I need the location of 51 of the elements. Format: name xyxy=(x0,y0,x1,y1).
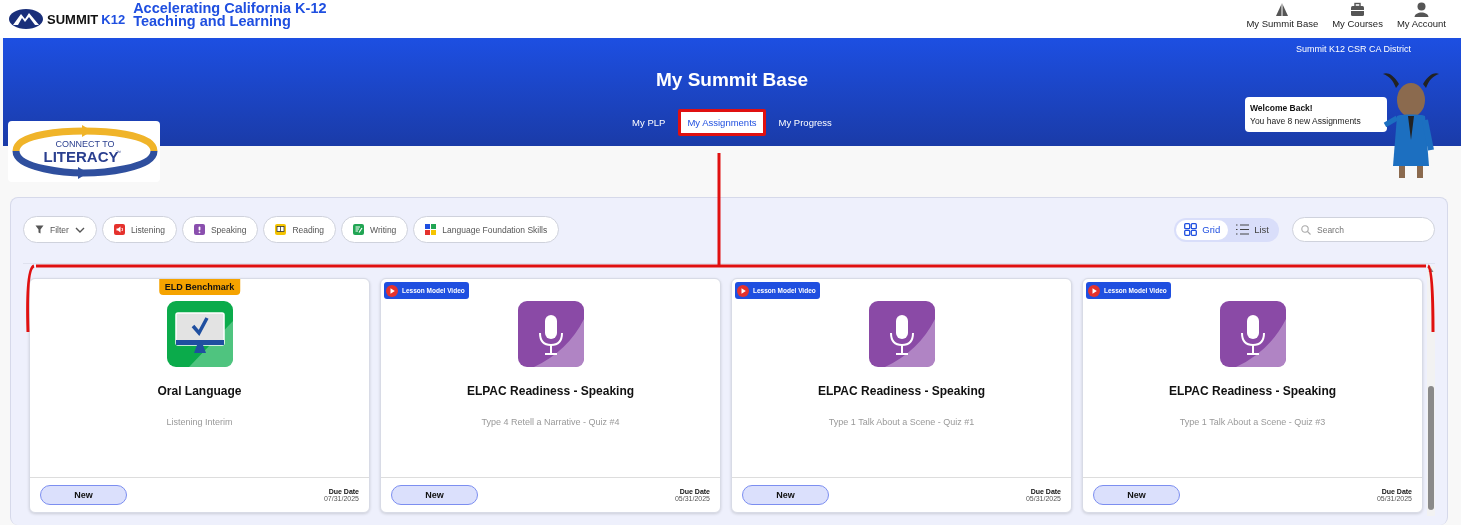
blocks-icon xyxy=(425,224,437,235)
nav-link[interactable]: My Courses xyxy=(1329,2,1386,29)
chevron-down-icon xyxy=(74,226,85,233)
play-icon xyxy=(737,284,749,297)
assignment-badge: ELD Benchmark xyxy=(158,279,241,295)
play-icon xyxy=(386,284,398,297)
speaker-icon xyxy=(113,224,125,235)
card-subtitle: Listening Interim xyxy=(166,417,233,427)
status-button[interactable]: New xyxy=(742,485,829,505)
tagline-text: Accelerating California K-12 xyxy=(133,2,327,15)
card-title: ELPAC Readiness - Speaking xyxy=(1168,384,1337,398)
filter-dropdown[interactable]: Filter xyxy=(23,216,97,243)
brand-suffix: K12 xyxy=(101,11,126,27)
nav-tab[interactable]: My Assignments xyxy=(678,109,766,136)
page-title: My Summit Base xyxy=(655,69,808,91)
filter-chip[interactable]: Speaking xyxy=(181,216,259,243)
monitor-icon xyxy=(166,301,233,367)
play-icon xyxy=(1088,284,1100,297)
list-icon xyxy=(1236,223,1250,236)
notepad-icon xyxy=(353,224,365,235)
filter-chip[interactable]: Language Foundation Skills xyxy=(413,216,560,243)
status-button[interactable]: New xyxy=(40,485,127,505)
status-button[interactable]: New xyxy=(1093,485,1180,505)
search-icon xyxy=(1301,225,1311,235)
mountain-logo-icon xyxy=(8,8,44,30)
nav-tab[interactable]: My PLP xyxy=(623,109,675,136)
filter-chip[interactable]: Writing xyxy=(341,216,409,243)
grid-icon xyxy=(1184,223,1198,236)
nav-link[interactable]: My Summit Base xyxy=(1243,2,1322,29)
nav-tab[interactable]: My Progress xyxy=(769,109,841,136)
filter-chip[interactable]: Listening xyxy=(101,216,177,243)
brand-name: SUMMIT xyxy=(47,11,99,27)
view-toggle-button[interactable]: Grid xyxy=(1176,219,1229,240)
search-field[interactable]: Search xyxy=(1292,217,1435,242)
card-subtitle: Type 4 Retell a Narrative - Quiz #4 xyxy=(481,417,620,427)
card-title: ELPAC Readiness - Speaking xyxy=(466,384,635,398)
book-icon xyxy=(275,224,287,235)
funnel-icon xyxy=(35,225,44,234)
view-toggle-button[interactable]: List xyxy=(1228,219,1277,240)
card-title: ELPAC Readiness - Speaking xyxy=(817,384,986,398)
tagline-text: Teaching and Learning xyxy=(133,15,292,28)
status-button[interactable]: New xyxy=(391,485,478,505)
welcome-message: You have 8 new Assignments xyxy=(1250,116,1362,126)
person-icon xyxy=(1413,2,1429,17)
card-title: Oral Language xyxy=(157,384,242,398)
nav-link[interactable]: My Account xyxy=(1393,2,1449,29)
district-name: Summit K12 CSR CA District xyxy=(1295,44,1411,54)
filter-chip[interactable]: Reading xyxy=(263,216,337,243)
welcome-heading: Welcome Back! xyxy=(1250,103,1314,113)
card-subtitle: Type 1 Talk About a Scene - Quiz #3 xyxy=(1179,417,1326,427)
card-subtitle: Type 1 Talk About a Scene - Quiz #1 xyxy=(828,417,975,427)
